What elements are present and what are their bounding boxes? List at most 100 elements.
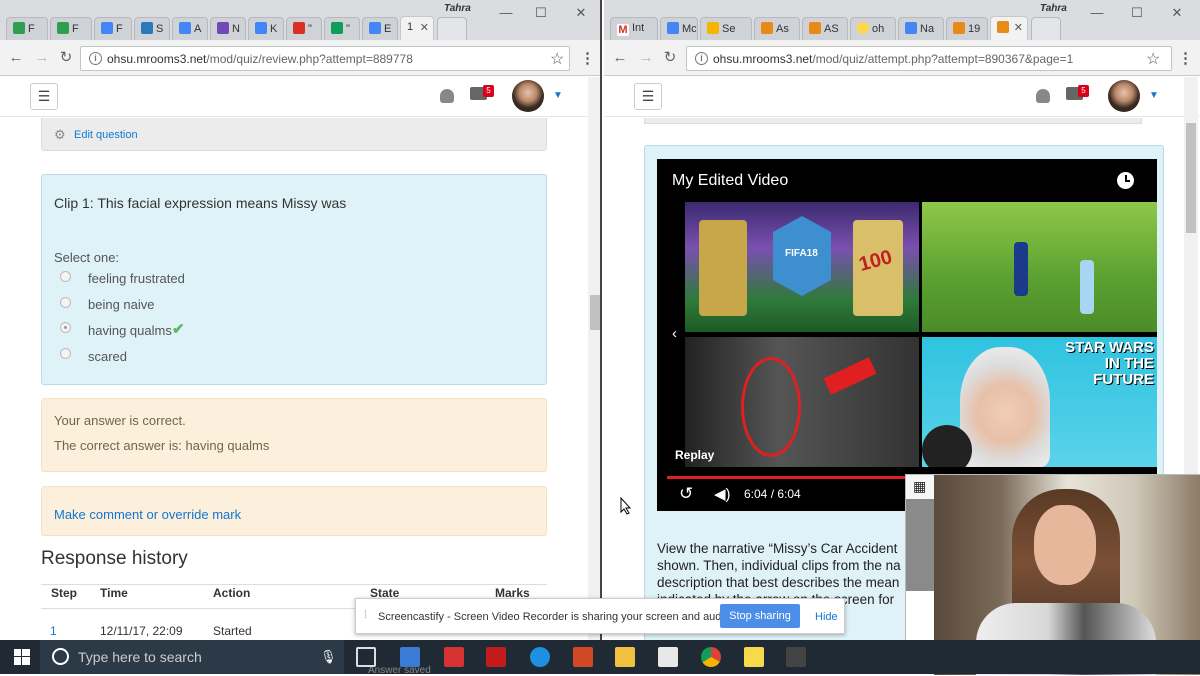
tab-docs[interactable]: Na <box>898 17 944 40</box>
tab-label: S <box>156 23 164 35</box>
reload-icon[interactable]: ↻ <box>56 48 76 68</box>
option-radio[interactable] <box>60 348 71 359</box>
app-icon[interactable] <box>786 647 806 667</box>
new-tab-button[interactable] <box>437 17 467 40</box>
option-radio-selected[interactable] <box>60 322 71 333</box>
correct-answer: The correct answer is: having qualms <box>54 438 270 453</box>
thumbnail-face <box>960 347 1050 467</box>
reader-icon[interactable] <box>444 647 464 667</box>
profile-name: Tahra <box>1040 3 1067 14</box>
volume-icon[interactable]: ◀) <box>714 485 731 503</box>
tab-4[interactable]: S <box>134 17 170 40</box>
hide-button[interactable]: Hide <box>815 611 838 623</box>
docs-icon <box>905 22 917 34</box>
close-window-icon[interactable]: ✕ <box>572 5 590 21</box>
mail-icon[interactable] <box>658 647 678 667</box>
task-view-icon[interactable] <box>356 647 376 667</box>
reload-icon[interactable]: ↻ <box>660 48 680 68</box>
clock-icon[interactable] <box>1117 172 1134 189</box>
tab-gmail[interactable]: M Int <box>610 17 658 40</box>
chevron-left-icon[interactable]: ‹ <box>672 325 677 342</box>
more-menu-icon[interactable]: ⋮ <box>580 49 595 67</box>
film-icon[interactable]: ▦ <box>913 478 926 495</box>
tab-active[interactable]: ✕ <box>990 16 1028 40</box>
store-icon[interactable] <box>400 647 420 667</box>
notifications-icon[interactable] <box>1036 89 1050 103</box>
address-bar[interactable]: i ohsu.mrooms3.net/mod/quiz/attempt.php?… <box>686 46 1172 71</box>
video-player[interactable]: My Edited Video ‹ FIFA18 100 STAR WARS I… <box>657 159 1157 511</box>
tab-2[interactable]: F <box>50 17 92 40</box>
chevron-down-icon[interactable]: ▼ <box>553 90 563 101</box>
bookmark-star-icon[interactable]: ☆ <box>1146 49 1160 69</box>
new-tab-button[interactable] <box>1031 17 1061 40</box>
notifications-icon[interactable] <box>440 89 454 103</box>
search-box[interactable]: Type here to search 🎙 <box>40 640 344 674</box>
tab-10[interactable]: E <box>362 17 398 40</box>
windows-start-icon[interactable] <box>14 649 30 665</box>
back-icon[interactable]: ← <box>610 48 630 68</box>
tab-label: Na <box>920 23 935 35</box>
scrollbar[interactable] <box>588 77 600 640</box>
tab-label: 19 <box>968 23 981 35</box>
tab-moodle-2[interactable]: AS <box>802 17 848 40</box>
option-radio[interactable] <box>60 271 71 282</box>
comment-override-link[interactable]: Make comment or override mark <box>54 507 241 522</box>
maximize-icon[interactable]: ☐ <box>1128 5 1146 21</box>
thumbnail-soccer[interactable] <box>922 202 1157 332</box>
minimize-icon[interactable]: — <box>497 5 515 20</box>
tab-moodle-1[interactable]: As <box>754 17 800 40</box>
scrollbar-thumb[interactable] <box>590 295 600 330</box>
tab-moodle-3[interactable]: 19 <box>946 17 988 40</box>
chevron-down-icon[interactable]: ▼ <box>1149 90 1159 101</box>
history-step[interactable]: 1 <box>50 624 57 638</box>
sticky-notes-icon[interactable] <box>744 647 764 667</box>
forward-icon[interactable]: → <box>32 48 52 68</box>
thumbnail-card-label: FIFA18 <box>785 248 818 259</box>
close-window-icon[interactable]: ✕ <box>1168 5 1186 21</box>
tab-3[interactable]: F <box>94 17 132 40</box>
maximize-icon[interactable]: ☐ <box>532 5 550 21</box>
thumbnail-store[interactable] <box>685 337 919 467</box>
tab-1[interactable]: F <box>6 17 48 40</box>
more-menu-icon[interactable]: ⋮ <box>1178 49 1193 67</box>
tab-idea[interactable]: oh <box>850 17 896 40</box>
tab-8[interactable]: " <box>286 17 322 40</box>
edge-icon[interactable] <box>530 647 550 667</box>
address-bar[interactable]: i ohsu.mrooms3.net/mod/quiz/review.php?a… <box>80 46 570 71</box>
back-icon[interactable]: ← <box>6 48 26 68</box>
question-info-box: ⚙ Edit question <box>41 118 547 151</box>
scrollbar-thumb[interactable] <box>1186 123 1196 233</box>
tab-drive[interactable]: Se <box>700 17 752 40</box>
close-icon[interactable]: ✕ <box>1014 21 1023 34</box>
avatar[interactable] <box>512 80 544 112</box>
microphone-icon[interactable]: 🎙 <box>320 649 337 665</box>
replay-icon[interactable]: ↺ <box>679 484 693 504</box>
tab-active[interactable]: 1 ✕ <box>400 16 434 40</box>
bookmark-star-icon[interactable]: ☆ <box>550 49 564 69</box>
option-label: scared <box>88 349 128 364</box>
thumbnail-fifa[interactable]: FIFA18 100 <box>685 202 919 332</box>
minimize-icon[interactable]: — <box>1088 5 1106 20</box>
nav-menu-button[interactable]: ☰ <box>634 83 662 110</box>
tab-6[interactable]: N <box>210 17 246 40</box>
moodle-icon <box>997 21 1009 33</box>
file-explorer-icon[interactable] <box>615 647 635 667</box>
nav-menu-button[interactable]: ☰ <box>30 83 58 110</box>
drag-handle-icon[interactable]: ⁞ <box>364 609 367 621</box>
powerpoint-icon[interactable] <box>573 647 593 667</box>
forward-icon[interactable]: → <box>636 48 656 68</box>
replay-label[interactable]: Replay <box>675 448 714 462</box>
tab-5[interactable]: A <box>172 17 208 40</box>
thumbnail-starwars[interactable]: STAR WARS IN THE FUTURE <box>922 337 1157 467</box>
edit-question-link[interactable]: Edit question <box>74 129 138 141</box>
stop-sharing-button[interactable]: Stop sharing <box>720 604 800 628</box>
share-notice-text: Screencastify - Screen Video Recorder is… <box>378 611 734 623</box>
chrome-icon[interactable] <box>701 647 721 667</box>
tab-7[interactable]: K <box>248 17 284 40</box>
tab-calendar[interactable]: Mc <box>660 17 698 40</box>
mcafee-icon[interactable] <box>486 647 506 667</box>
avatar[interactable] <box>1108 80 1140 112</box>
option-radio[interactable] <box>60 297 71 308</box>
tab-9[interactable]: " <box>324 17 360 40</box>
close-icon[interactable]: ✕ <box>420 21 429 34</box>
